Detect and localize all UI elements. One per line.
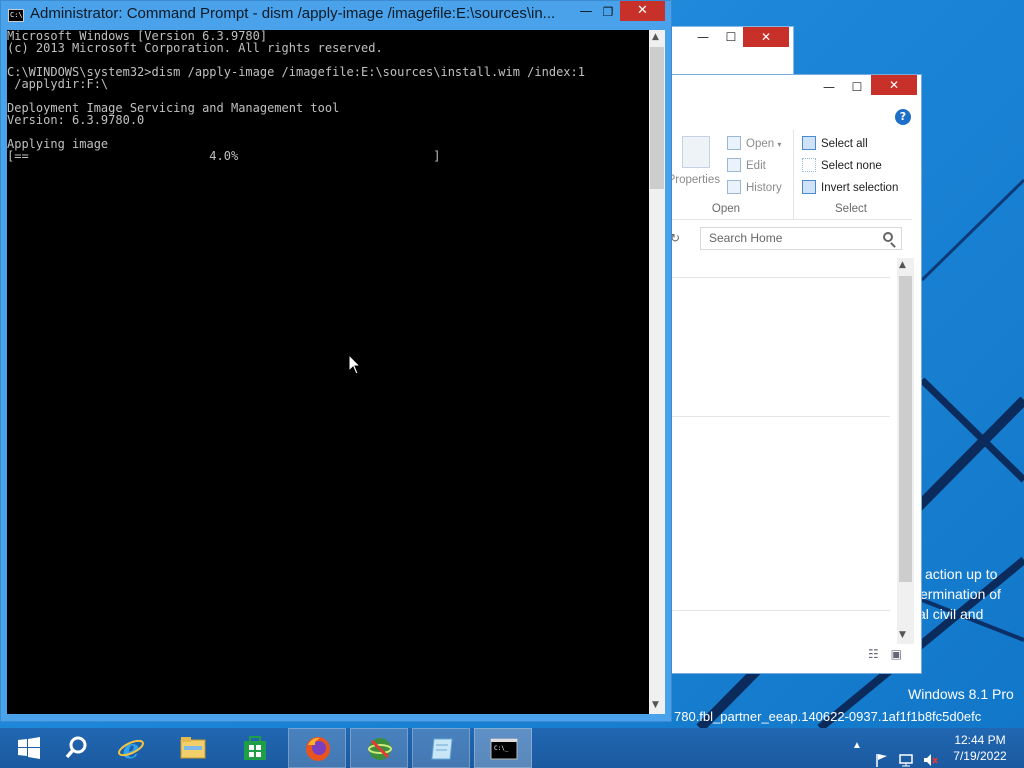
- firefox-button[interactable]: [288, 728, 346, 768]
- explorer-back-caption[interactable]: — ☐ ✕: [665, 27, 793, 51]
- edit-icon: [727, 158, 741, 172]
- cmd-window-title: Administrator: Command Prompt - dism /ap…: [30, 5, 556, 22]
- select-none-icon: [802, 158, 816, 172]
- content-divider-top: [672, 277, 890, 278]
- build-string-label: 780.fbl_partner_eeap.140622-0937.1af1f1b…: [674, 709, 982, 724]
- console-output[interactable]: Microsoft Windows [Version 6.3.9780] (c) …: [7, 30, 649, 714]
- select-none-button[interactable]: Select none: [802, 158, 882, 174]
- open-button[interactable]: Open ▾: [727, 136, 781, 153]
- scroll-down-icon[interactable]: ▼: [899, 630, 906, 640]
- store-button[interactable]: [226, 728, 284, 768]
- command-prompt-window[interactable]: C:\ Administrator: Command Prompt - dism…: [0, 0, 672, 722]
- edit-button[interactable]: Edit: [727, 158, 766, 174]
- explorer-caption[interactable]: — ☐ ✕: [665, 75, 921, 101]
- open-label: Open: [746, 138, 775, 150]
- os-edition-label: Windows 8.1 Pro: [908, 686, 1014, 702]
- details-view-icon[interactable]: ☷: [868, 647, 879, 661]
- ribbon-divider: [672, 219, 912, 220]
- console-line: /applydir:F:\: [7, 77, 109, 91]
- maximize-icon[interactable]: ☐: [843, 77, 871, 97]
- restore-button[interactable]: ❐: [595, 3, 621, 23]
- scroll-up-icon[interactable]: ▲: [652, 32, 659, 42]
- search-icon: [65, 736, 87, 759]
- command-prompt-button[interactable]: C:\_: [474, 728, 532, 768]
- explorer-scrollbar[interactable]: ▲ ▼: [897, 258, 914, 644]
- select-none-label: Select none: [821, 160, 882, 172]
- content-divider-mid: [672, 416, 890, 417]
- minimize-icon[interactable]: —: [689, 27, 717, 47]
- search-button[interactable]: [48, 728, 106, 768]
- watermark-line-2: ermination of: [920, 586, 1001, 602]
- ie-icon: e: [118, 735, 144, 762]
- content-divider-bottom: [672, 610, 890, 611]
- cmd-title-bar[interactable]: C:\ Administrator: Command Prompt - dism…: [1, 1, 671, 29]
- invert-selection-icon: [802, 180, 816, 194]
- clock-date: 7/19/2022: [953, 749, 1007, 763]
- select-all-label: Select all: [821, 138, 868, 150]
- clock-time: 12:44 PM: [954, 733, 1006, 747]
- search-icon[interactable]: [883, 232, 893, 242]
- select-all-button[interactable]: Select all: [802, 136, 868, 152]
- explorer-scroll-thumb[interactable]: [899, 276, 912, 582]
- edit-label: Edit: [746, 160, 766, 172]
- help-icon[interactable]: ?: [895, 109, 911, 125]
- cmd-icon: C:\: [8, 9, 24, 22]
- maximize-icon[interactable]: ☐: [717, 27, 745, 47]
- close-icon[interactable]: ✕: [871, 75, 917, 95]
- svg-text:e: e: [123, 735, 140, 762]
- invert-selection-button[interactable]: Invert selection: [802, 180, 898, 196]
- volume-muted-icon[interactable]: [922, 740, 938, 768]
- clock[interactable]: 12:44 PM 7/19/2022: [948, 732, 1012, 764]
- minimize-icon[interactable]: —: [815, 77, 843, 97]
- firefox-icon: [306, 737, 330, 761]
- console-line: (c) 2013 Microsoft Corporation. All righ…: [7, 41, 383, 55]
- folder-icon: [180, 737, 206, 759]
- notepad-icon: [431, 738, 453, 760]
- chevron-down-icon: ▾: [777, 140, 782, 149]
- explorer-window-back[interactable]: — ☐ ✕: [664, 26, 794, 76]
- properties-icon[interactable]: [682, 136, 710, 168]
- globe-icon: [368, 738, 392, 760]
- mouse-cursor-icon: [348, 354, 362, 375]
- search-placeholder: Search Home: [709, 231, 783, 245]
- close-button[interactable]: ✕: [620, 1, 665, 21]
- close-icon[interactable]: ✕: [743, 27, 789, 47]
- show-hidden-icons-icon[interactable]: ▲: [852, 740, 862, 768]
- history-label: History: [746, 182, 782, 194]
- select-all-icon: [802, 136, 816, 150]
- network-app-button[interactable]: [350, 728, 408, 768]
- search-input[interactable]: Search Home: [700, 227, 902, 250]
- open-icon: [727, 136, 741, 150]
- internet-explorer-button[interactable]: e: [102, 728, 160, 768]
- select-group-label: Select: [835, 203, 867, 215]
- svg-text:C:\_: C:\_: [494, 745, 509, 752]
- windows-logo-icon: [18, 737, 40, 759]
- invert-selection-label: Invert selection: [821, 182, 899, 194]
- view-mode-icons[interactable]: ☷ ▣: [868, 647, 902, 661]
- cmd-scroll-thumb[interactable]: [650, 47, 664, 189]
- taskbar: e C:\_ ▲ 12:44 PM 7/19/2022: [0, 728, 1024, 768]
- scroll-up-icon[interactable]: ▲: [899, 260, 906, 270]
- scroll-down-icon[interactable]: ▼: [652, 700, 659, 710]
- history-button[interactable]: History: [727, 180, 782, 196]
- cmd-icon: C:\_: [490, 738, 518, 760]
- store-icon: [244, 736, 266, 760]
- console-line: [== 4.0% ]: [7, 149, 441, 163]
- file-explorer-button[interactable]: [164, 728, 222, 768]
- history-icon: [727, 180, 741, 194]
- open-group-label: Open: [711, 203, 741, 215]
- large-icons-view-icon[interactable]: ▣: [891, 647, 902, 661]
- watermark-line-1: action up to: [925, 566, 998, 582]
- notepad-app-button[interactable]: [412, 728, 470, 768]
- watermark-line-3: al civil and: [918, 606, 984, 622]
- network-icon[interactable]: [898, 740, 914, 768]
- cmd-scrollbar[interactable]: ▲ ▼: [649, 30, 665, 714]
- properties-button-label[interactable]: Properties: [672, 172, 720, 188]
- console-line: Version: 6.3.9780.0: [7, 113, 145, 127]
- flag-icon[interactable]: [874, 740, 890, 768]
